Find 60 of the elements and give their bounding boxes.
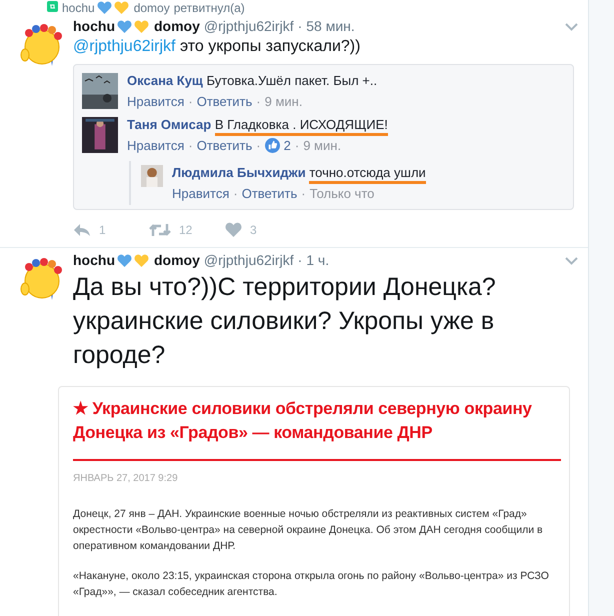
separator: ·: [298, 18, 302, 34]
like-link[interactable]: Нравится: [127, 138, 184, 153]
reply-link[interactable]: Ответить: [196, 94, 252, 109]
separator: ·: [233, 186, 238, 201]
comment-time: 9 мин.: [303, 138, 342, 153]
comment-text: В Гладковка . ИСХОДЯЩИЕ!: [214, 117, 388, 136]
commenter-name[interactable]: Людмила Бычхиджи: [172, 165, 306, 180]
tweet-time[interactable]: 1 ч.: [306, 252, 330, 268]
like-count: 2: [284, 138, 291, 153]
heart-icon: [134, 20, 149, 32]
reply-link[interactable]: Ответить: [196, 138, 252, 153]
separator: ·: [188, 138, 193, 153]
article-paragraph: «Накануне, около 23:15, украинская сторона открыла огонь по району «Вольво-центра» из РСЗО «Град»», — сказал собеседник агентства.: [73, 569, 550, 600]
user-handle[interactable]: @rjpthju62irjkf: [204, 252, 294, 268]
reply-link[interactable]: Ответить: [242, 186, 298, 201]
separator: ·: [256, 94, 261, 109]
mention-link[interactable]: @rjpthju62irjkf: [73, 38, 176, 55]
user-name[interactable]: domoy: [154, 18, 200, 34]
heart-icon: [134, 254, 149, 266]
separator: ·: [188, 94, 193, 109]
heart-icon: [96, 1, 112, 14]
separator: ·: [294, 138, 300, 153]
comment-time: Только что: [310, 186, 374, 201]
article-date: ЯНВАРЬ 27, 2017 9:29: [73, 473, 179, 484]
commenter-name[interactable]: Таня Омисар: [127, 117, 212, 132]
comment-text: точно.отсюда ушли: [309, 165, 426, 184]
reply-icon[interactable]: [73, 222, 91, 236]
like-count: 3: [250, 222, 257, 236]
chevron-down-icon[interactable]: [565, 257, 578, 265]
heart-icon: [117, 20, 132, 32]
user-name[interactable]: domoy: [154, 252, 200, 268]
tweet-time[interactable]: 58 мин.: [306, 18, 355, 34]
like-link[interactable]: Нравится: [172, 186, 230, 201]
comment-time: 9 мин.: [264, 94, 302, 109]
comment-text: Бутовка.Ушёл пакет. Был +..: [206, 73, 378, 88]
user-name[interactable]: hochu: [62, 0, 95, 14]
article-title[interactable]: ★ Украинские силовики обстреляли северную окраину Донецка из «Градов» — командование ДНР: [73, 397, 561, 461]
retweet-icon[interactable]: [149, 222, 171, 236]
separator: ·: [301, 186, 306, 201]
heart-icon: [114, 1, 129, 14]
article-paragraph: Донецк, 27 янв – ДАН. Украинские военные ночью обстреляли из реактивных систем «Град» окрестности «Вольво-центра» на северной окраине Донецка. Об этом ДАН сегодня сообщили в оперативном командовании ДНР.: [73, 507, 544, 554]
thumbs-up-icon: [264, 138, 280, 153]
retweet-label: ретвитнул(а): [174, 0, 245, 14]
article-card[interactable]: [58, 386, 570, 616]
tweet-text: это укропы запускали?)): [180, 38, 360, 55]
user-name[interactable]: hochu: [73, 252, 115, 268]
retweet-count: 12: [179, 222, 192, 236]
reply-count: 1: [99, 222, 106, 236]
chevron-down-icon[interactable]: [565, 23, 578, 31]
commenter-name[interactable]: Оксана Кущ: [127, 73, 203, 88]
tweet-text: Да вы что?))С территории Донецка? украинские силовики? Укропы уже в городе?: [73, 272, 497, 371]
heart-icon: [117, 254, 132, 266]
user-name[interactable]: domoy: [134, 0, 170, 14]
separator: ·: [256, 138, 261, 153]
heart-icon[interactable]: [225, 222, 242, 237]
user-handle[interactable]: @rjpthju62irjkf: [204, 18, 294, 34]
separator: ·: [298, 252, 302, 268]
like-link[interactable]: Нравится: [127, 94, 184, 109]
user-name[interactable]: hochu: [73, 18, 115, 34]
retweet-icon: [47, 0, 58, 12]
